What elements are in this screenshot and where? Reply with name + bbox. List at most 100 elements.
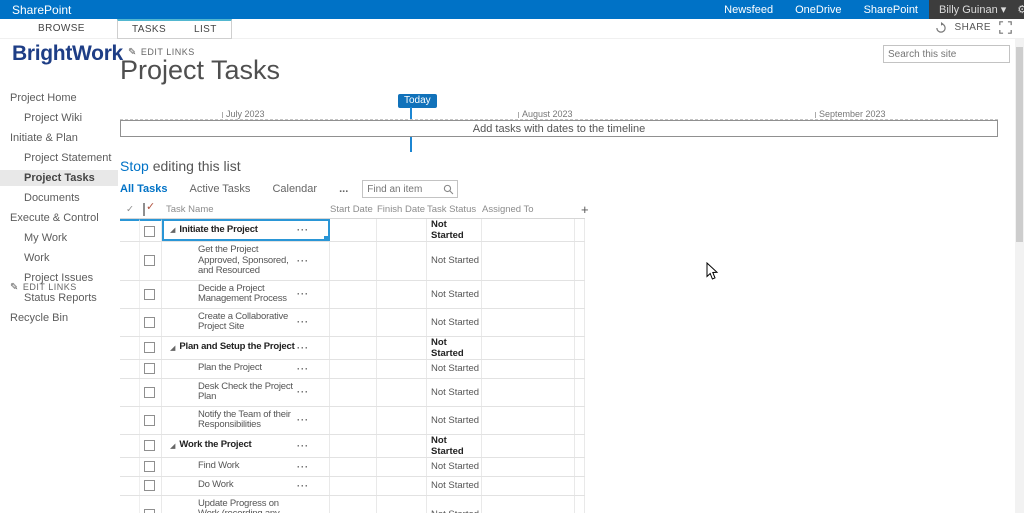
start-date-cell[interactable] <box>330 477 377 495</box>
row-checkbox[interactable] <box>144 440 155 451</box>
table-row[interactable]: Update Progress on Work (recording any i… <box>120 496 585 513</box>
row-checkbox[interactable] <box>144 363 155 374</box>
task-name-cell[interactable]: Plan the Project··· <box>162 360 330 378</box>
start-date-cell[interactable] <box>330 496 377 513</box>
gear-icon[interactable]: ⚙ <box>1017 3 1024 16</box>
sidebar-item-recycle-bin[interactable]: Recycle Bin <box>0 310 118 326</box>
finish-date-cell[interactable] <box>377 435 427 457</box>
row-ellipsis-button[interactable]: ··· <box>297 481 309 491</box>
sidebar-item-initiate-plan[interactable]: Initiate & Plan <box>0 130 118 146</box>
tab-list[interactable]: LIST <box>180 21 231 38</box>
row-checkbox[interactable] <box>144 387 155 398</box>
finish-date-cell[interactable] <box>377 242 427 280</box>
task-status-cell[interactable]: Not Started <box>427 309 482 336</box>
sidebar-item-my-work[interactable]: My Work <box>0 230 118 246</box>
start-date-cell[interactable] <box>330 435 377 457</box>
start-date-cell[interactable] <box>330 281 377 308</box>
add-column-button[interactable]: + <box>581 202 589 217</box>
brightwork-logo[interactable]: BrightWork <box>12 42 123 66</box>
row-ellipsis-button[interactable]: ··· <box>297 343 309 353</box>
timeline-band[interactable]: Add tasks with dates to the timeline <box>120 120 998 137</box>
task-name-cell[interactable]: Decide a Project Management Process··· <box>162 281 330 308</box>
finish-date-cell[interactable] <box>377 219 427 241</box>
column-header-start-date[interactable]: Start Date <box>330 204 377 215</box>
sidebar-item-project-statement[interactable]: Project Statement <box>0 150 118 166</box>
task-name-cell[interactable]: Get the Project Approved, Sponsored, and… <box>162 242 330 280</box>
suite-link-onedrive[interactable]: OneDrive <box>795 4 841 16</box>
focus-on-content-icon[interactable] <box>999 21 1012 34</box>
start-date-cell[interactable] <box>330 407 377 434</box>
finish-date-cell[interactable] <box>377 309 427 336</box>
site-search-input[interactable] <box>884 49 1024 60</box>
task-status-cell[interactable]: Not Started <box>427 337 482 359</box>
suite-link-newsfeed[interactable]: Newsfeed <box>724 4 773 16</box>
start-date-cell[interactable] <box>330 379 377 406</box>
table-row[interactable]: Decide a Project Management Process···No… <box>120 281 585 309</box>
task-status-cell[interactable]: Not Started <box>427 407 482 434</box>
tab-browse[interactable]: BROWSE <box>38 19 85 39</box>
task-status-cell[interactable]: Not Started <box>427 360 482 378</box>
table-row[interactable]: Plan the Project··· Not Started <box>120 360 585 379</box>
assigned-to-cell[interactable] <box>482 435 575 457</box>
finish-date-cell[interactable] <box>377 477 427 495</box>
assigned-to-cell[interactable] <box>482 458 575 476</box>
share-button[interactable]: SHARE <box>955 22 991 33</box>
table-row[interactable]: Desk Check the Project Plan···Not Starte… <box>120 379 585 407</box>
row-ellipsis-button[interactable]: ··· <box>297 441 309 451</box>
start-date-cell[interactable] <box>330 242 377 280</box>
row-ellipsis-button[interactable]: ··· <box>297 289 309 299</box>
task-name-cell[interactable]: ◢Plan and Setup the Project··· <box>162 337 330 359</box>
assigned-to-cell[interactable] <box>482 281 575 308</box>
sidebar-item-execute-control[interactable]: Execute & Control <box>0 210 118 226</box>
find-item-input[interactable] <box>363 184 443 195</box>
row-checkbox[interactable] <box>144 317 155 328</box>
collapse-triangle-icon[interactable]: ◢ <box>170 442 175 450</box>
assigned-to-cell[interactable] <box>482 242 575 280</box>
sidebar-item-project-wiki[interactable]: Project Wiki <box>0 110 118 126</box>
column-header-task-status[interactable]: Task Status <box>427 204 482 215</box>
task-name-cell[interactable]: ◢Work the Project··· <box>162 435 330 457</box>
row-checkbox[interactable] <box>144 461 155 472</box>
view-more-button[interactable]: ... <box>339 183 348 195</box>
collapse-triangle-icon[interactable]: ◢ <box>170 226 175 234</box>
row-checkbox[interactable] <box>144 289 155 300</box>
find-icon[interactable] <box>443 184 454 195</box>
collapse-triangle-icon[interactable]: ◢ <box>170 344 175 352</box>
table-row[interactable]: Find Work···Not Started <box>120 458 585 477</box>
finish-date-cell[interactable] <box>377 407 427 434</box>
task-status-cell[interactable]: Not Started <box>427 242 482 280</box>
finish-date-cell[interactable] <box>377 281 427 308</box>
sidebar-item-work[interactable]: Work <box>0 250 118 266</box>
finish-date-cell[interactable] <box>377 496 427 513</box>
assigned-to-cell[interactable] <box>482 360 575 378</box>
page-scrollbar[interactable] <box>1015 39 1024 513</box>
table-row[interactable]: Notify the Team of their Responsibilitie… <box>120 407 585 435</box>
task-name-cell[interactable]: Do Work··· <box>162 477 330 495</box>
scrollbar-thumb[interactable] <box>1016 47 1023 242</box>
stop-editing-link[interactable]: Stop editing this list <box>120 158 241 174</box>
column-header-finish-date[interactable]: Finish Date <box>377 204 427 215</box>
row-ellipsis-button[interactable]: ··· <box>297 317 309 327</box>
edit-links-sidebar[interactable]: ✎EDIT LINKS <box>10 282 77 293</box>
row-ellipsis-button[interactable]: ··· <box>297 364 309 374</box>
row-ellipsis-button[interactable]: ··· <box>297 509 309 513</box>
task-status-cell[interactable]: Not Started <box>427 477 482 495</box>
assigned-to-cell[interactable] <box>482 496 575 513</box>
assigned-to-cell[interactable] <box>482 309 575 336</box>
assigned-to-cell[interactable] <box>482 337 575 359</box>
select-rows-icon[interactable]: ✓ <box>120 204 140 215</box>
task-name-cell[interactable]: ◢Initiate the Project··· <box>162 219 330 241</box>
row-ellipsis-button[interactable]: ··· <box>297 415 309 425</box>
assigned-to-cell[interactable] <box>482 477 575 495</box>
table-row[interactable]: ◢Initiate the Project··· Not Started <box>120 219 585 242</box>
start-date-cell[interactable] <box>330 309 377 336</box>
task-status-cell[interactable]: Not Started <box>427 219 482 241</box>
start-date-cell[interactable] <box>330 360 377 378</box>
table-row[interactable]: Do Work··· Not Started <box>120 477 585 496</box>
column-header-task-name[interactable]: Task Name <box>162 204 330 215</box>
task-name-cell[interactable]: Notify the Team of their Responsibilitie… <box>162 407 330 434</box>
task-name-cell[interactable]: Create a Collaborative Project Site··· <box>162 309 330 336</box>
table-row[interactable]: Create a Collaborative Project Site··· No… <box>120 309 585 337</box>
row-checkbox[interactable] <box>144 480 155 491</box>
table-row[interactable]: ◢Plan and Setup the Project··· Not Starte… <box>120 337 585 360</box>
